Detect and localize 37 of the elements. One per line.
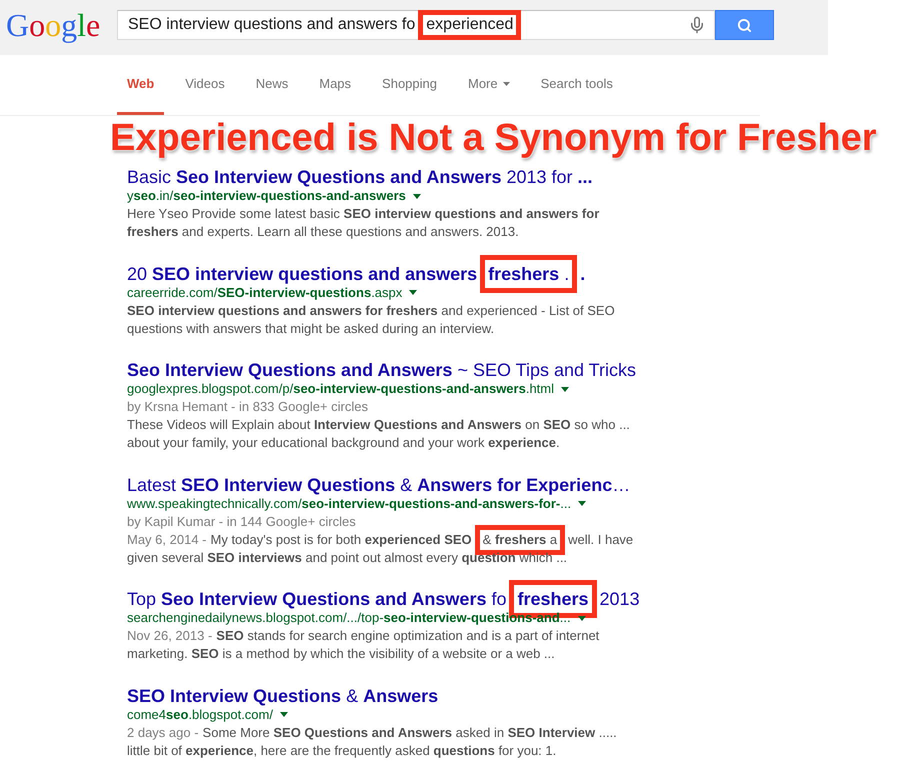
result-url: www.speakingtechnically.com/seo-interview-questions-and-answers-for-... xyxy=(127,495,572,512)
search-icon xyxy=(737,18,752,32)
result-snippet: SEO interview questions and answers for freshers and experienced - List of SEO questions with answers that might be asked during an interview. xyxy=(127,302,616,338)
result-byline: by Krsna Hemant - in 833 Google+ circles xyxy=(127,398,368,416)
search-tab[interactable]: Search tools xyxy=(530,55,623,115)
search-button[interactable] xyxy=(715,10,774,40)
result-snippet: Here Yseo Provide some latest basic SEO interview questions and answers for freshers and experts. Learn all these questions and answers. 2013. xyxy=(127,205,600,241)
caret-icon xyxy=(502,82,510,86)
result-title-link[interactable]: Seo Interview Questions and Answers ~ SEO Tips and Tricks xyxy=(127,360,636,380)
caret-icon[interactable] xyxy=(578,501,586,506)
caret-icon[interactable] xyxy=(561,386,570,392)
search-tab[interactable]: More xyxy=(458,55,520,115)
search-tab[interactable]: Web xyxy=(117,55,164,115)
result-snippet: These Videos will Explain about Interview Questions and Answers on SEO so who ... about your family, your educational background and your work experience. xyxy=(127,416,631,452)
result-title-link[interactable]: SEO Interview Questions & Answers xyxy=(127,686,438,706)
result-url: come4seo.blogspot.com/ xyxy=(127,706,273,724)
result-title-link[interactable]: Basic Seo Interview Questions and Answers 2013 for ... xyxy=(127,167,593,187)
result-url: googlexpres.blogspot.com/p/seo-interview-questions-and-answers.html xyxy=(127,380,554,398)
result-title-link[interactable]: Latest SEO Interview Questions & Answers for Experienc… xyxy=(127,474,630,494)
logo[interactable]: Google xyxy=(6,7,100,43)
search-field[interactable]: SEO interview questions and answers fo experienced xyxy=(117,10,715,40)
search-tab[interactable]: News xyxy=(246,55,298,115)
result-snippet: Nov 26, 2013 - SEO stands for search engine optimization and is a part of internet marketing. SEO is a method by which the visibility of a website or a web ... xyxy=(127,627,600,663)
result-snippet: 2 days ago - Some More SEO Questions and Answers asked in SEO Interview ..... little bit of experience, here are the frequently asked questions for you: 1. xyxy=(127,724,618,760)
result-url: yseo.in/seo-interview-questions-and-answers xyxy=(127,187,406,205)
microphone-icon[interactable] xyxy=(688,16,706,34)
search-tab[interactable]: Maps xyxy=(309,55,362,115)
caret-icon[interactable] xyxy=(280,712,288,717)
caret-icon[interactable] xyxy=(578,616,586,620)
result-url: careerride.com/SEO-interview-questions.aspx xyxy=(127,284,402,302)
caret-icon[interactable] xyxy=(409,290,418,295)
annotation-title: Experienced is Not a Synonym for Fresher xyxy=(110,116,877,160)
search-tab[interactable]: Videos xyxy=(175,55,235,115)
highlight-frame: freshers . xyxy=(480,254,578,292)
search-tab[interactable]: Shopping xyxy=(372,55,447,115)
highlight-frame: experienced xyxy=(418,10,522,40)
caret-icon[interactable] xyxy=(412,194,421,198)
